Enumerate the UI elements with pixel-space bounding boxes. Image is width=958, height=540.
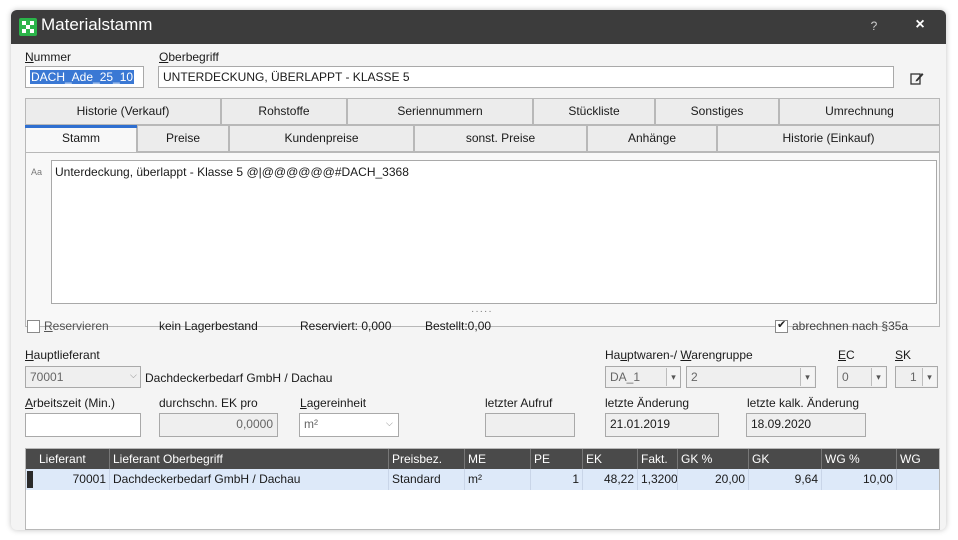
bestellt-text: Bestellt:0,00	[425, 319, 492, 333]
tab-rohstoffe[interactable]: Rohstoffe	[221, 98, 347, 125]
letzte-aenderung-field: 21.01.2019	[605, 413, 719, 437]
lagereinheit-select[interactable]: m²	[299, 413, 399, 437]
ek-pro-label: durchschn. EK pro	[159, 396, 258, 410]
table-cell[interactable]: 20,00	[678, 469, 749, 490]
letzter-aufruf-label: letzter Aufruf	[485, 396, 553, 410]
warengruppe-select[interactable]: 2	[686, 366, 816, 388]
column-header[interactable]: PE	[531, 449, 583, 469]
table-cell[interactable]: 10,00	[822, 469, 897, 490]
tab-sonst-preise[interactable]: sonst. Preise	[414, 125, 587, 152]
hauptlieferant-name: Dachdeckerbedarf GmbH / Dachau	[145, 371, 333, 385]
close-button[interactable]: ×	[911, 16, 929, 36]
letzte-kalk-label: letzte kalk. Änderung	[747, 396, 860, 410]
title-bar: Materialstamm ? ×	[11, 10, 946, 44]
tab-preise[interactable]: Preise	[137, 125, 229, 152]
table-cell[interactable]: Standard	[389, 469, 465, 490]
lagerbestand-text: kein Lagerbestand	[159, 319, 258, 333]
nummer-label: Nummer	[25, 50, 72, 64]
ec-label: EC	[838, 348, 855, 362]
tab-kundenpreise[interactable]: Kundenpreise	[229, 125, 414, 152]
window-title: Materialstamm	[41, 15, 153, 34]
font-icon[interactable]: Aa	[31, 167, 42, 177]
table-row[interactable]: 70001 Dachdeckerbedarf GmbH / Dachau Sta…	[26, 469, 939, 490]
column-header[interactable]: WG %	[822, 449, 897, 469]
column-header[interactable]: Preisbez.	[389, 449, 465, 469]
sk-label: SK	[895, 348, 912, 362]
row-marker	[27, 471, 33, 488]
column-header[interactable]: Fakt.	[638, 449, 678, 469]
column-header[interactable]: ME	[465, 449, 531, 469]
reservieren-label: Reservieren	[44, 319, 109, 333]
chevron-down-icon[interactable]: ▾	[666, 368, 680, 386]
oberbegriff-field[interactable]: UNTERDECKUNG, ÜBERLAPPT - KLASSE 5	[158, 66, 894, 88]
lieferanten-grid: Lieferant Lieferant Oberbegriff Preisbez…	[25, 448, 940, 530]
tab-stueckliste[interactable]: Stückliste	[533, 98, 655, 125]
ek-pro-field: 0,0000	[159, 413, 278, 437]
chevron-down-icon[interactable]: ▾	[800, 368, 814, 386]
table-cell[interactable]: 70001	[36, 469, 110, 490]
arbeitszeit-label: Arbeitszeit (Min.)	[25, 396, 116, 410]
splitter-handle[interactable]: ·····	[471, 306, 493, 317]
tab-sonstiges[interactable]: Sonstiges	[655, 98, 779, 125]
warengruppe-label: Hauptwaren-/ Warengruppe	[605, 348, 753, 362]
column-header[interactable]: Lieferant Oberbegriff	[110, 449, 389, 469]
letzte-kalk-field: 18.09.2020	[746, 413, 866, 437]
tab-umrechnung[interactable]: Umrechnung	[779, 98, 940, 125]
nummer-field[interactable]: DACH_Ade_25_10	[25, 66, 144, 88]
grid-header: Lieferant Lieferant Oberbegriff Preisbez…	[26, 449, 939, 469]
tab-anhaenge[interactable]: Anhänge	[587, 125, 717, 152]
table-cell[interactable]: Dachdeckerbedarf GmbH / Dachau	[110, 469, 389, 490]
tab-stamm[interactable]: Stamm	[25, 125, 137, 152]
table-cell[interactable]	[897, 469, 939, 490]
tab-seriennummern[interactable]: Seriennummern	[347, 98, 533, 125]
table-cell[interactable]: m²	[465, 469, 531, 490]
tab-historie-einkauf[interactable]: Historie (Einkauf)	[717, 125, 940, 152]
edit-icon[interactable]	[909, 70, 925, 86]
table-cell[interactable]: 1,3200	[638, 469, 678, 490]
column-header[interactable]: GK	[749, 449, 822, 469]
column-header[interactable]: GK %	[678, 449, 749, 469]
abrechnen-label: abrechnen nach §35a	[792, 319, 909, 333]
reserviert-text: Reserviert: 0,000	[300, 319, 392, 333]
oberbegriff-label: Oberbegriff	[159, 50, 219, 64]
chevron-down-icon[interactable]: ⌵	[130, 370, 137, 381]
help-button[interactable]: ?	[867, 19, 881, 35]
lagereinheit-label: Lagereinheit	[300, 396, 367, 410]
chevron-down-icon[interactable]: ▾	[922, 368, 936, 386]
reservieren-checkbox[interactable]	[27, 320, 40, 333]
letzte-aenderung-label: letzte Änderung	[605, 396, 690, 410]
chevron-down-icon[interactable]: ▾	[871, 368, 885, 386]
column-header[interactable]: WG	[897, 449, 939, 469]
hauptlieferant-select[interactable]: 70001	[25, 366, 141, 388]
letzter-aufruf-field	[485, 413, 575, 437]
hauptlieferant-label: Hauptlieferant	[25, 348, 100, 362]
description-textarea[interactable]: Unterdeckung, überlappt - Klasse 5 @|@@@…	[51, 160, 937, 304]
arbeitszeit-field[interactable]	[25, 413, 141, 437]
table-cell[interactable]: 1	[531, 469, 583, 490]
chevron-down-icon[interactable]: ⌵	[386, 418, 393, 429]
column-header[interactable]: EK	[583, 449, 638, 469]
tab-historie-verkauf[interactable]: Historie (Verkauf)	[25, 98, 221, 125]
abrechnen-checkbox[interactable]	[775, 318, 788, 333]
app-icon	[19, 18, 37, 36]
table-cell[interactable]: 9,64	[749, 469, 822, 490]
materialstamm-window: Materialstamm ? × Nummer DACH_Ade_25_10 …	[11, 10, 946, 530]
table-cell[interactable]: 48,22	[583, 469, 638, 490]
column-header[interactable]: Lieferant	[36, 449, 110, 469]
